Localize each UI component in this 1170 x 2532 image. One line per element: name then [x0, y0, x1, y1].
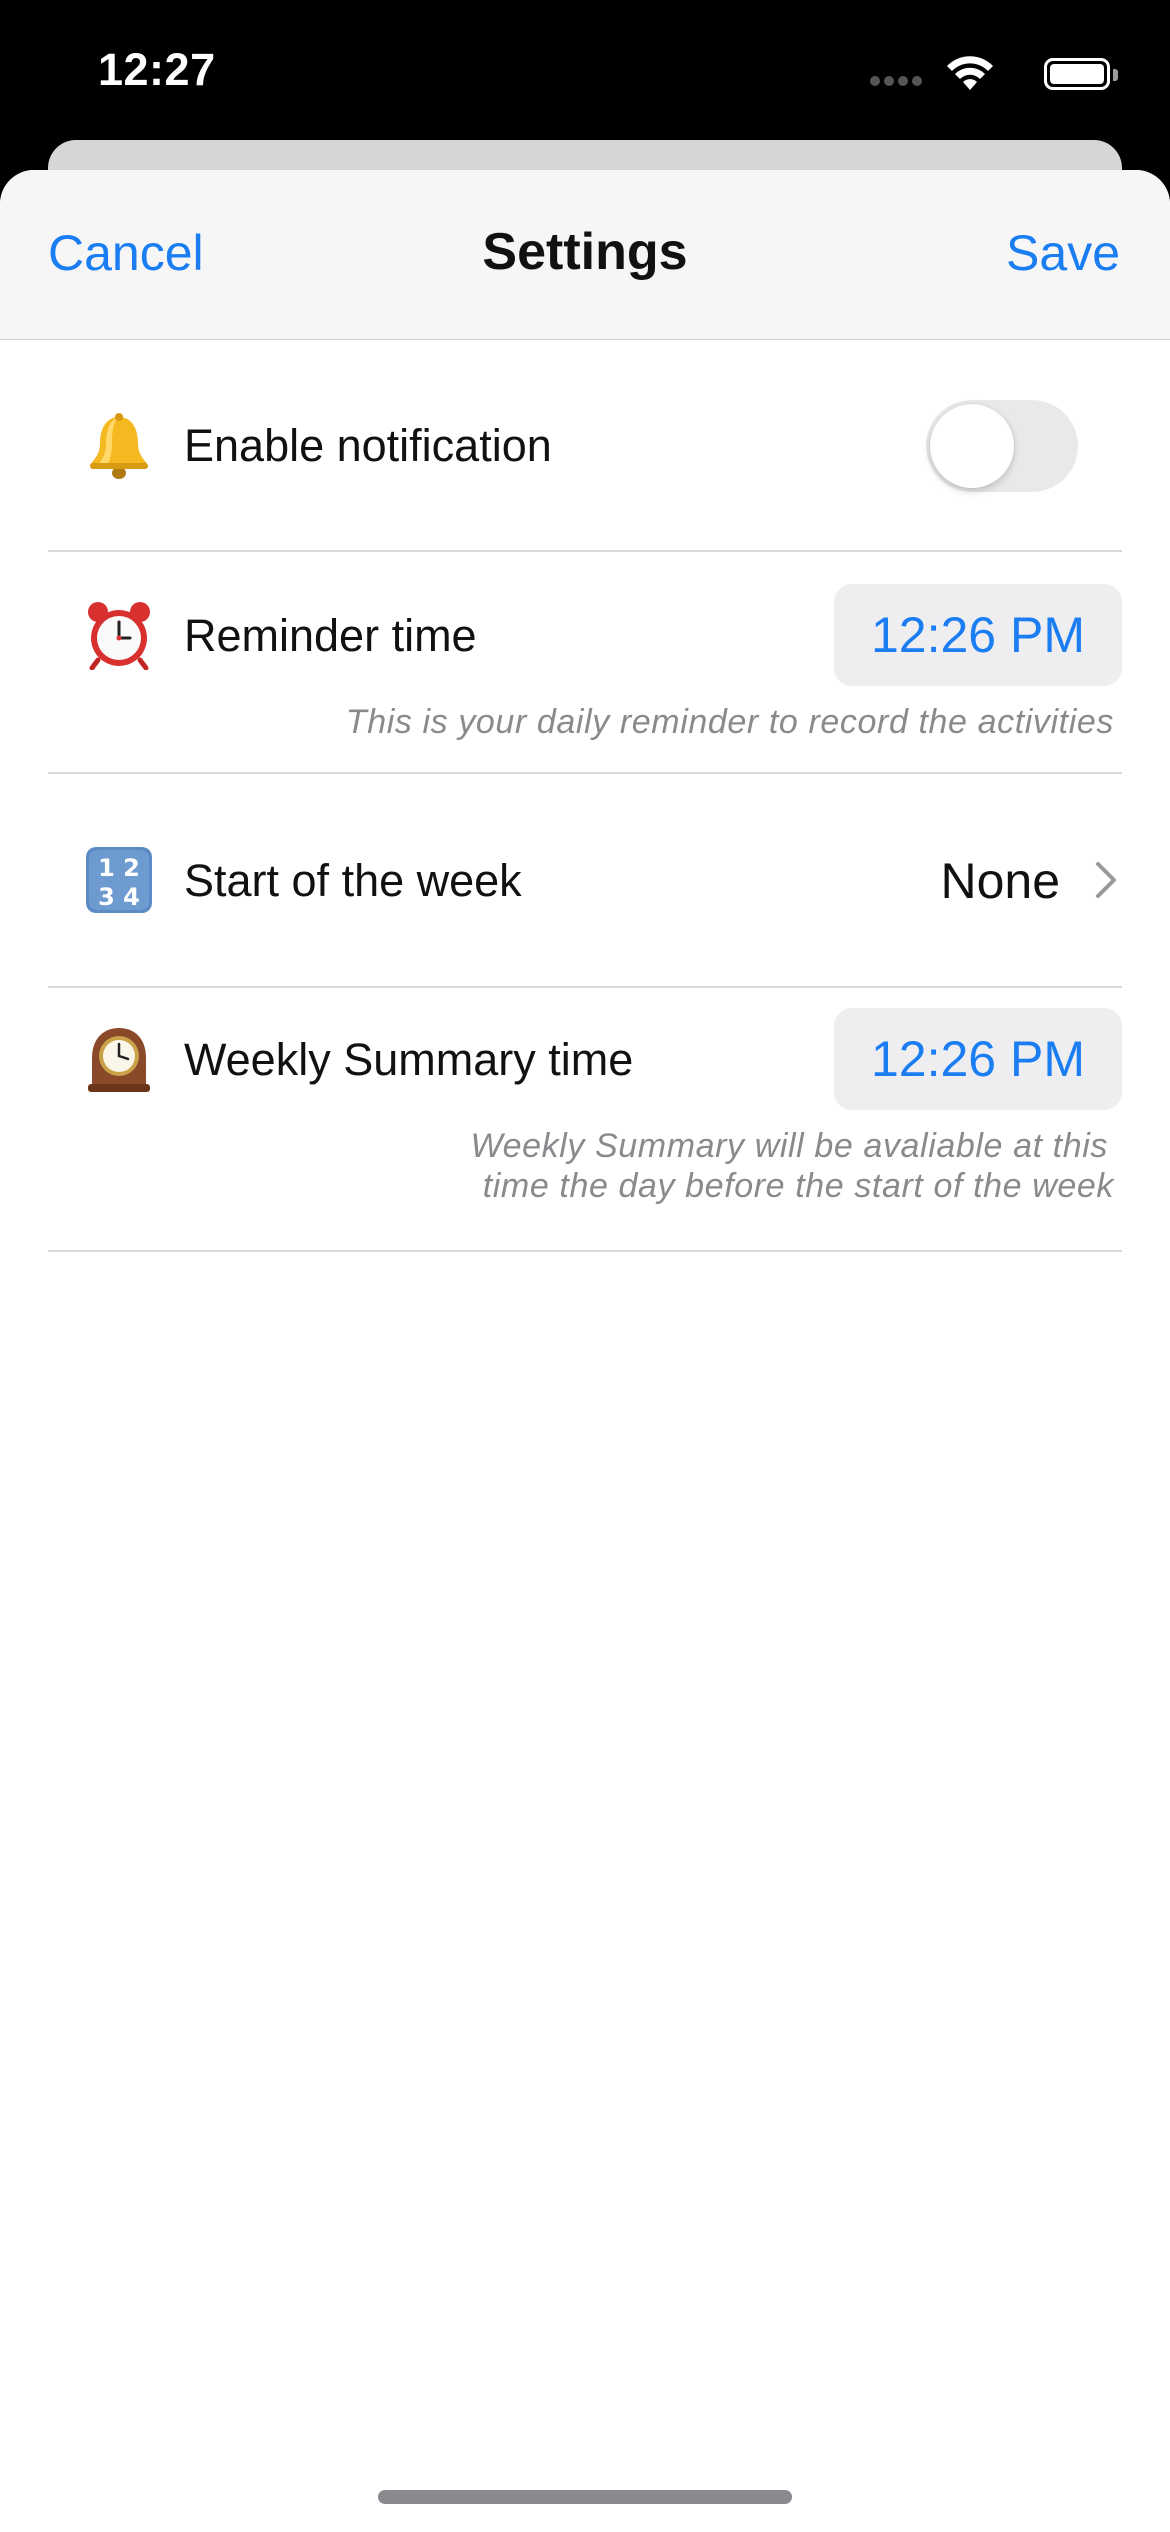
bell-icon [90, 413, 148, 479]
wifi-icon [947, 56, 993, 90]
svg-text:1 2: 1 2 [98, 854, 140, 882]
notification-label: Enable notification [184, 420, 552, 471]
page-title: Settings [482, 223, 688, 281]
week-start-label: Start of the week [184, 855, 522, 906]
status-bar: 12:27 [0, 0, 1170, 150]
reminder-label: Reminder time [184, 610, 477, 661]
settings-sheet: Cancel Settings Save Enable notification [0, 170, 1170, 2532]
week-start-value: None [940, 853, 1060, 909]
toggle-knob [930, 404, 1014, 488]
notification-row: Enable notification [0, 340, 1170, 552]
save-button[interactable]: Save [1006, 224, 1120, 282]
notification-toggle[interactable] [926, 400, 1078, 492]
reminder-hint: This is your daily reminder to record th… [345, 703, 1114, 741]
weekly-summary-time-picker[interactable]: 12:26 PM [834, 1008, 1122, 1110]
divider [48, 1250, 1122, 1252]
status-icons [858, 52, 1118, 96]
weekly-summary-label: Weekly Summary time [184, 1034, 634, 1085]
weekly-summary-hint-line1: Weekly Summary will be avaliable at this [470, 1127, 1108, 1165]
mantelpiece-clock-icon [88, 1028, 150, 1092]
nav-bar: Cancel Settings Save [0, 170, 1170, 340]
cellular-signal-icon [870, 76, 922, 86]
svg-text:3 4: 3 4 [98, 883, 140, 911]
battery-tip [1113, 69, 1118, 81]
chevron-right-icon [1096, 862, 1116, 898]
reminder-time-picker[interactable]: 12:26 PM [834, 584, 1122, 686]
input-numbers-icon: 1 2 3 4 [86, 847, 152, 913]
weekly-summary-row: Weekly Summary time 12:26 PM Weekly Summ… [0, 988, 1170, 1252]
alarm-clock-icon [88, 602, 150, 670]
battery-icon [1044, 58, 1110, 90]
weekly-summary-hint-line2: time the day before the start of the wee… [482, 1167, 1114, 1205]
status-time: 12:27 [98, 44, 216, 95]
week-start-row[interactable]: 1 2 3 4 Start of the week None [0, 772, 1170, 988]
reminder-row: Reminder time 12:26 PM This is your dail… [0, 552, 1170, 774]
home-indicator[interactable] [378, 2490, 792, 2504]
